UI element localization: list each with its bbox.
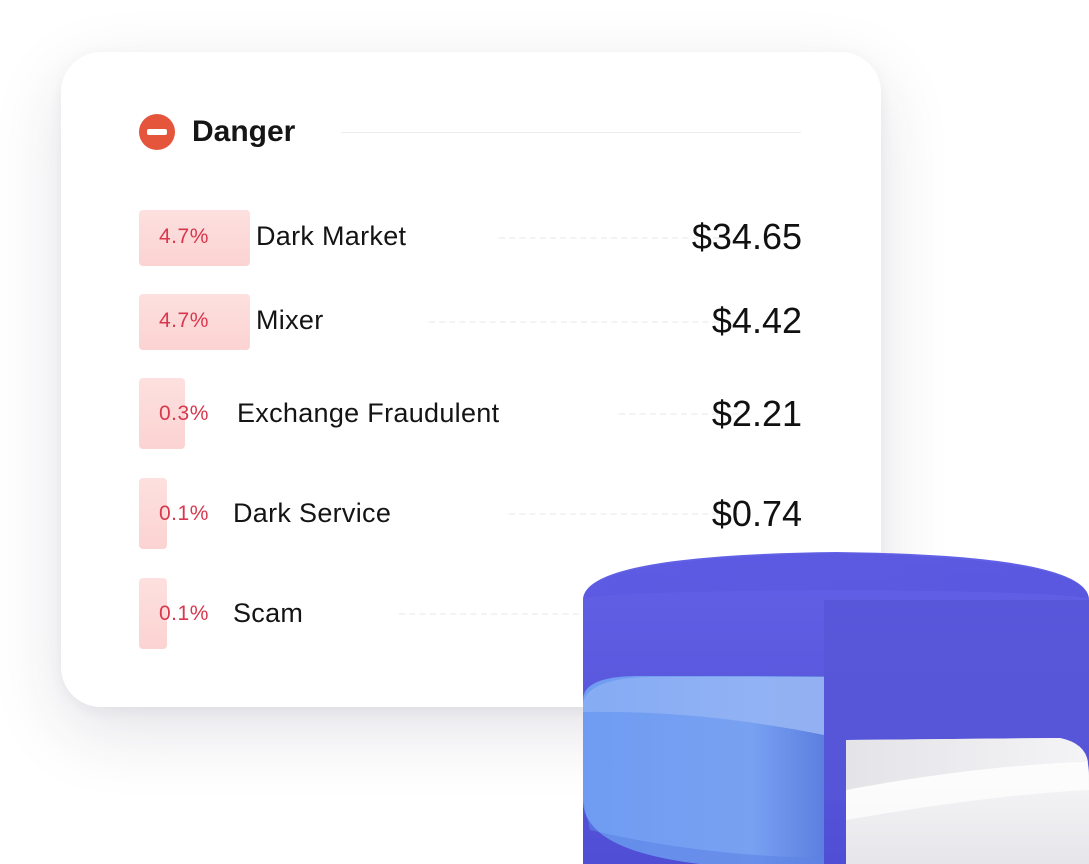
stage: Danger 4.7% Dark Market $34.65 4.7% Mixe…: [0, 0, 1089, 864]
pie-slice-blue: [583, 676, 824, 864]
pie-chart-3d-icon: [583, 552, 1089, 864]
pie-slice-white: [846, 738, 1089, 864]
